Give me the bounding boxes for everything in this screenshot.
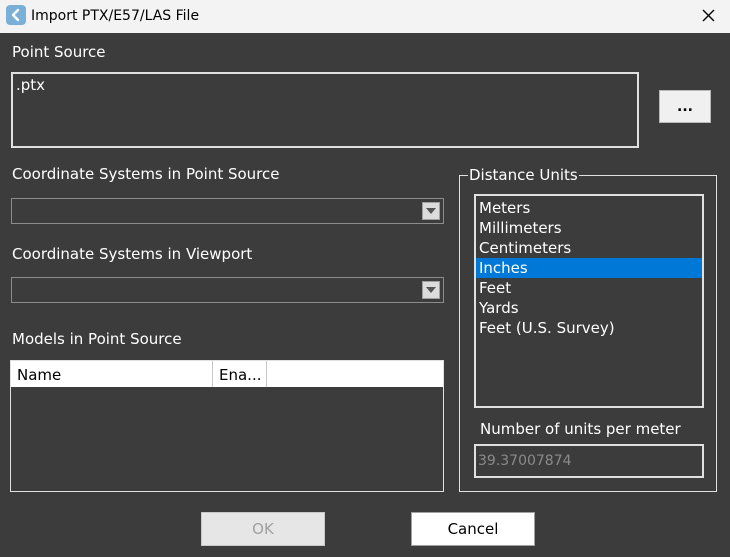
models-label: Models in Point Source <box>12 330 182 348</box>
unit-option-us-survey-feet[interactable]: Feet (U.S. Survey) <box>476 318 702 338</box>
cancel-button[interactable]: Cancel <box>411 512 535 546</box>
unit-option-centimeters[interactable]: Centimeters <box>476 238 702 258</box>
coord-viewport-label: Coordinate Systems in Viewport <box>12 245 253 263</box>
units-per-meter-field[interactable] <box>474 444 704 478</box>
unit-option-meters[interactable]: Meters <box>476 198 702 218</box>
models-table-header: Name Ena... <box>11 361 443 387</box>
models-table[interactable]: Name Ena... <box>10 360 444 492</box>
window-title: Import PTX/E57/LAS File <box>31 8 200 24</box>
distance-units-legend: Distance Units <box>468 166 579 184</box>
point-source-input[interactable]: .ptx <box>11 72 639 148</box>
chevron-down-icon[interactable] <box>422 281 440 299</box>
close-icon <box>702 7 715 26</box>
chevron-down-icon[interactable] <box>422 202 440 220</box>
ok-button[interactable]: OK <box>201 512 325 546</box>
title-bar: Import PTX/E57/LAS File <box>0 0 730 33</box>
column-header-enabled[interactable]: Ena... <box>213 361 267 387</box>
close-button[interactable] <box>686 0 730 33</box>
coord-point-source-label: Coordinate Systems in Point Source <box>12 165 280 183</box>
back-arrow-icon <box>6 5 26 25</box>
units-per-meter-label: Number of units per meter <box>480 420 681 438</box>
unit-option-inches[interactable]: Inches <box>476 258 702 278</box>
browse-button[interactable]: ... <box>659 90 711 123</box>
unit-option-yards[interactable]: Yards <box>476 298 702 318</box>
point-source-label: Point Source <box>12 43 106 61</box>
unit-option-feet[interactable]: Feet <box>476 278 702 298</box>
column-header-name[interactable]: Name <box>11 361 213 387</box>
distance-units-list[interactable]: Meters Millimeters Centimeters Inches Fe… <box>474 194 704 408</box>
coord-point-source-select[interactable] <box>11 198 444 224</box>
coord-viewport-select[interactable] <box>11 277 444 303</box>
unit-option-millimeters[interactable]: Millimeters <box>476 218 702 238</box>
